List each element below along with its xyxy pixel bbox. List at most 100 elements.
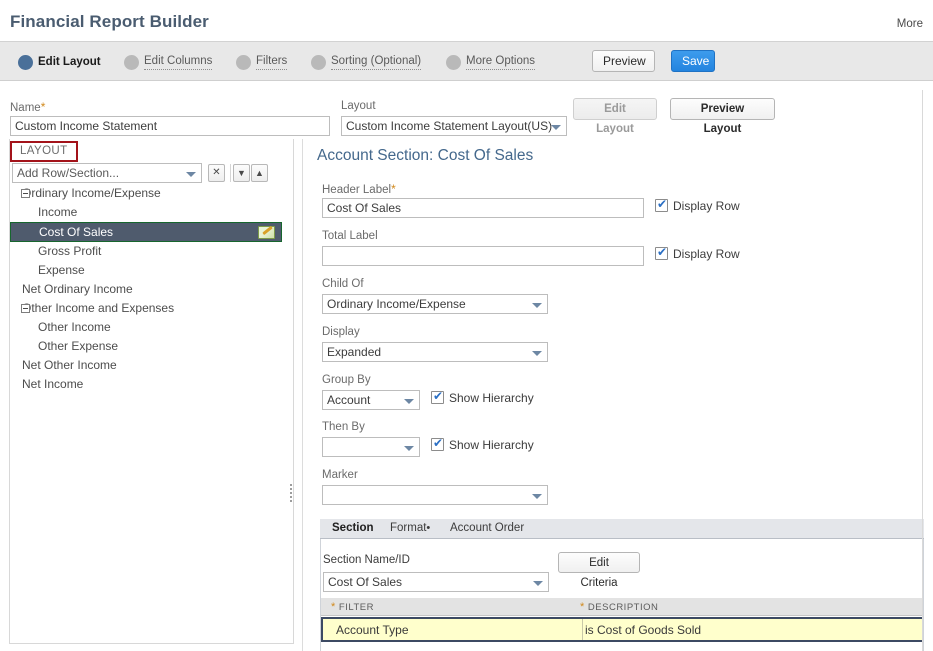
column-header-description: * DESCRIPTION <box>580 601 658 613</box>
collapse-icon[interactable] <box>21 304 30 313</box>
tree-item-net-income[interactable]: Net Income <box>10 375 293 394</box>
step-label: Edit Layout <box>38 55 101 70</box>
total-label-input[interactable] <box>322 246 644 266</box>
preview-layout-button[interactable]: Preview Layout <box>670 98 775 120</box>
tree-item-gross-profit[interactable]: Gross Profit <box>10 242 293 261</box>
cell-divider <box>582 619 583 640</box>
save-button[interactable]: Save <box>671 50 715 72</box>
edit-layout-button[interactable]: Edit Layout <box>573 98 657 120</box>
step-more-options[interactable]: More Options <box>446 52 535 72</box>
group-by-value: Account <box>327 393 370 407</box>
child-of-field-label: Child Of <box>322 278 364 290</box>
tree-item-expense[interactable]: Expense <box>10 261 293 280</box>
marker-select[interactable] <box>322 485 548 505</box>
tree-item-label: Income <box>38 205 77 219</box>
tree-item-label: Ordinary Income/Expense <box>22 186 161 200</box>
header-label-field-label: Header Label* <box>322 182 396 196</box>
tree-item-net-ordinary-income[interactable]: Net Ordinary Income <box>10 280 293 299</box>
step-bullet-icon <box>311 55 326 70</box>
step-label: Edit Columns <box>144 54 212 70</box>
section-detail-title: Account Section: Cost Of Sales <box>317 147 533 165</box>
total-display-row-label: Display Row <box>673 247 740 261</box>
step-label: Filters <box>256 54 287 70</box>
group-by-show-hierarchy-label: Show Hierarchy <box>449 391 534 405</box>
step-bullet-icon <box>236 55 251 70</box>
panel-right-border <box>922 90 923 651</box>
tree-item-label: Expense <box>38 263 85 277</box>
name-input[interactable] <box>10 116 330 136</box>
edit-criteria-button[interactable]: Edit Criteria <box>558 552 640 573</box>
cell-description: is Cost of Goods Sold <box>585 623 701 637</box>
then-by-field-label: Then By <box>322 421 365 433</box>
name-field-label: Name* <box>10 100 45 114</box>
layout-select[interactable]: Custom Income Statement Layout(US) <box>341 116 567 136</box>
layout-select-value: Custom Income Statement Layout(US) <box>346 119 552 133</box>
step-edit-layout[interactable]: Edit Layout <box>18 52 101 72</box>
header-label-input[interactable] <box>322 198 644 218</box>
tree-item-label: Other Income and Expenses <box>22 301 174 315</box>
child-of-value: Ordinary Income/Expense <box>327 297 466 311</box>
tree-item-income[interactable]: Income <box>10 203 293 222</box>
step-bullet-icon <box>446 55 461 70</box>
tree-item-other-income[interactable]: Other Income <box>10 318 293 337</box>
then-by-select[interactable] <box>322 437 420 457</box>
tree-item-label: Net Other Income <box>22 358 117 372</box>
tree-item-net-other-income[interactable]: Net Other Income <box>10 356 293 375</box>
group-by-select[interactable]: Account <box>322 390 420 410</box>
tab-format[interactable]: Format• <box>382 519 438 539</box>
step-bullet-icon <box>18 55 33 70</box>
tab-label: Account Order <box>450 522 524 534</box>
edit-pencil-icon[interactable] <box>258 226 275 239</box>
move-down-icon[interactable]: ▼ <box>233 164 250 182</box>
filter-table-header: * FILTER * DESCRIPTION <box>321 598 923 616</box>
table-row[interactable]: Account Type is Cost of Goods Sold <box>321 617 923 642</box>
header-display-row-label: Display Row <box>673 199 740 213</box>
display-value: Expanded <box>327 345 381 359</box>
tree-item-other-income-and-expenses[interactable]: Other Income and Expenses <box>10 299 293 318</box>
panel-splitter-handle[interactable] <box>288 482 294 504</box>
then-by-show-hierarchy-checkbox[interactable] <box>431 438 444 451</box>
more-menu-link[interactable]: More <box>897 18 923 30</box>
step-label: Sorting (Optional) <box>331 54 421 70</box>
tree-item-ordinary-income-expense[interactable]: Ordinary Income/Expense <box>10 184 293 203</box>
tree-item-label: Net Ordinary Income <box>22 282 133 296</box>
column-header-filter: * FILTER <box>331 601 374 613</box>
section-name-id-label: Section Name/ID <box>323 554 410 566</box>
section-name-id-select[interactable]: Cost Of Sales <box>323 572 549 592</box>
tree-item-label: Other Expense <box>38 339 118 353</box>
name-label-text: Name <box>10 102 41 114</box>
tab-account-order[interactable]: Account Order <box>442 519 532 539</box>
step-filters[interactable]: Filters <box>236 52 287 72</box>
total-display-row-checkbox[interactable] <box>655 247 668 260</box>
then-by-show-hierarchy-label: Show Hierarchy <box>449 438 534 452</box>
child-of-select[interactable]: Ordinary Income/Expense <box>322 294 548 314</box>
collapse-icon[interactable] <box>21 189 30 198</box>
add-row-section-value: Add Row/Section... <box>17 166 119 180</box>
column-header-label: DESCRIPTION <box>588 602 658 613</box>
move-up-icon[interactable]: ▲ <box>251 164 268 182</box>
marker-field-label: Marker <box>322 469 358 481</box>
preview-button[interactable]: Preview <box>592 50 655 72</box>
group-by-field-label: Group By <box>322 374 371 386</box>
toolbar-divider <box>230 164 231 182</box>
header-display-row-checkbox[interactable] <box>655 199 668 212</box>
required-asterisk: * <box>580 601 585 613</box>
tree-item-other-expense[interactable]: Other Expense <box>10 337 293 356</box>
step-label: More Options <box>466 54 535 70</box>
tree-item-cost-of-sales[interactable]: Cost Of Sales <box>10 222 282 242</box>
required-asterisk: * <box>331 601 336 613</box>
tree-item-label: Gross Profit <box>38 244 101 258</box>
display-field-label: Display <box>322 326 360 338</box>
step-sorting[interactable]: Sorting (Optional) <box>311 52 421 72</box>
display-select[interactable]: Expanded <box>322 342 548 362</box>
tab-label: Section <box>332 522 374 534</box>
step-edit-columns[interactable]: Edit Columns <box>124 52 212 72</box>
required-asterisk: * <box>41 100 46 114</box>
required-asterisk: * <box>391 182 396 196</box>
add-row-section-select[interactable]: Add Row/Section... <box>12 163 202 183</box>
title-bar: Financial Report Builder More <box>0 0 933 41</box>
group-by-show-hierarchy-checkbox[interactable] <box>431 391 444 404</box>
cell-filter: Account Type <box>336 623 409 637</box>
tab-section[interactable]: Section <box>324 519 382 539</box>
delete-row-icon[interactable]: ✕ <box>208 164 225 182</box>
